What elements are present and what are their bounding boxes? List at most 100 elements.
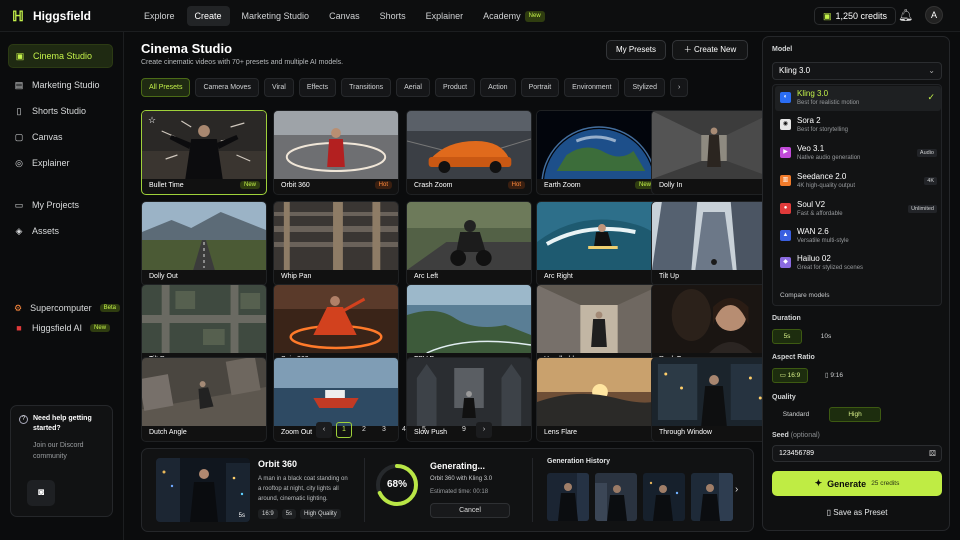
model-option-soul[interactable]: ● Soul V2 Fast & affordable Unlimited (775, 197, 941, 222)
filter-environment[interactable]: Environment (564, 78, 620, 97)
model-select[interactable]: Kling 3.0 ⌄ (772, 62, 942, 80)
filter-next-chevron-icon[interactable]: › (669, 78, 689, 97)
duration-5s[interactable]: 5s (772, 329, 802, 344)
prev-page-chevron-icon[interactable]: ‹ (316, 422, 332, 438)
preset-thumbnail (537, 202, 661, 270)
nav-explainer[interactable]: Explainer (418, 6, 472, 26)
preset-card-dutch-angle[interactable]: Dutch Angle (141, 357, 267, 442)
preset-card-tilt-up[interactable]: Tilt Up (651, 201, 777, 286)
page-3[interactable]: 3 (376, 422, 392, 438)
page-5[interactable]: 5 (416, 422, 432, 438)
credits-button[interactable]: ▣ 1,250 credits (814, 7, 897, 25)
preset-thumbnail (142, 285, 266, 353)
my-presets-button[interactable]: My Presets (606, 40, 666, 60)
model-option-hailuo[interactable]: ◆ Hailuo 02 Great for stylized scenes (775, 251, 941, 276)
preset-card-through-window[interactable]: Through Window (651, 357, 777, 442)
nav-academy[interactable]: Academy New (475, 6, 553, 26)
quality-high[interactable]: High (829, 407, 881, 422)
credits-icon: ▣ (823, 10, 832, 21)
nav-shorts[interactable]: Shorts (372, 6, 414, 26)
nav-create[interactable]: Create (186, 6, 230, 26)
preset-name: Lens Flare (544, 429, 578, 436)
sidebar-item-shorts-studio[interactable]: ▯ Shorts Studio (8, 99, 113, 123)
divider (364, 458, 365, 522)
filter-product[interactable]: Product (435, 78, 476, 97)
brand-logo[interactable]: ℍ Higgsfield (12, 8, 91, 24)
preset-name: Crash Zoom (414, 182, 453, 189)
preset-name: Earth Zoom (544, 182, 581, 189)
history-item[interactable] (691, 473, 733, 521)
star-icon[interactable]: ☆ (148, 115, 156, 126)
model-option-seedance[interactable]: ▥ Seedance 2.0 4K high-quality output 4K (775, 169, 941, 194)
model-option-sora[interactable]: ◉ Sora 2 Best for storytelling (775, 113, 941, 138)
history-item[interactable] (643, 473, 685, 521)
filter-portrait[interactable]: Portrait (520, 78, 560, 97)
sidebar-item-my-projects[interactable]: ▭ My Projects (8, 193, 113, 217)
preset-card-lens-flare[interactable]: Lens Flare (536, 357, 662, 442)
filter-camera-moves[interactable]: Camera Moves (195, 78, 259, 97)
bell-icon[interactable]: 🔔︎ (898, 8, 913, 22)
model-option-kling[interactable]: ◐ Kling 3.0 Best for realistic motion ✓ (775, 86, 941, 111)
filter-effects[interactable]: Effects (298, 78, 337, 97)
help-title: Need help getting started? (33, 415, 92, 432)
sidebar-item-explainer[interactable]: ◎ Explainer (8, 151, 113, 175)
preset-card-bullet-time[interactable]: ☆ Bullet Time New (141, 110, 267, 195)
generation-panel: 5s Orbit 360 A man in a black coat stand… (141, 448, 754, 532)
sidebar-item-cinema-studio[interactable]: ▣ Cinema Studio (8, 44, 113, 68)
generate-button[interactable]: ✦ Generate 25 credits (772, 471, 942, 496)
sidebar-item-marketing-studio[interactable]: ▤ Marketing Studio (8, 73, 113, 97)
preset-card-crash-zoom[interactable]: Crash Zoom Hot (406, 110, 532, 195)
seed-input[interactable]: 123456789 ⚄ (772, 445, 942, 462)
cancel-button[interactable]: Cancel (430, 503, 510, 518)
filter-stylized[interactable]: Stylized (624, 78, 665, 97)
history-item[interactable] (595, 473, 637, 521)
create-new-button[interactable]: ＋ Create New (672, 40, 748, 60)
help-card: ? Need help getting started? Join our Di… (10, 405, 113, 517)
aspect-16-9[interactable]: ▭ 16:9 (772, 368, 808, 383)
duration-10s[interactable]: 10s (811, 329, 841, 344)
page-4[interactable]: 4 (396, 422, 412, 438)
preset-card-whip-pan[interactable]: Whip Pan (273, 201, 399, 286)
nav-explore[interactable]: Explore (136, 6, 183, 26)
preset-thumbnail (652, 111, 776, 179)
compare-models-link[interactable]: Compare models (780, 292, 830, 299)
discord-icon[interactable]: ◙ (27, 480, 55, 506)
model-list: ◐ Kling 3.0 Best for realistic motion ✓ … (772, 84, 942, 306)
save-as-preset-button[interactable]: ▯ Save as Preset (772, 505, 942, 521)
page-1[interactable]: 1 (336, 422, 352, 438)
model-option-wan[interactable]: ▲ WAN 2.6 Versatile multi-style (775, 224, 941, 249)
preset-card-orbit-360[interactable]: Orbit 360 Hot (273, 110, 399, 195)
preset-thumbnail (652, 358, 776, 426)
sidebar-item-higgsfield-ai[interactable]: ■ Higgsfield AI New (8, 316, 113, 340)
avatar[interactable]: A (925, 6, 943, 24)
preset-card-arc-left[interactable]: Arc Left (406, 201, 532, 286)
filter-all-presets[interactable]: All Presets (141, 78, 191, 97)
landscape-icon: ▭ (779, 372, 788, 379)
sidebar-item-canvas[interactable]: ▢ Canvas (8, 125, 113, 149)
aspect-9-16[interactable]: ▯ 9:16 (817, 368, 851, 383)
nav-canvas[interactable]: Canvas (321, 6, 368, 26)
folder-icon: ▭ (14, 199, 24, 210)
sidebar-item-assets[interactable]: ◈ Assets (8, 219, 113, 243)
history-item[interactable] (547, 473, 589, 521)
nav-marketing-studio[interactable]: Marketing Studio (234, 6, 318, 26)
model-option-veo[interactable]: ▶ Veo 3.1 Native audio generation Audio (775, 141, 941, 166)
page-9[interactable]: 9 (456, 422, 472, 438)
filter-viral[interactable]: Viral (263, 78, 294, 97)
filter-action[interactable]: Action (480, 78, 516, 97)
generation-thumbnail[interactable]: 5s (156, 458, 250, 522)
new-badge: New (90, 324, 111, 332)
seedance-icon: ▥ (780, 175, 791, 186)
preset-card-earth-zoom[interactable]: Earth Zoom New (536, 110, 662, 195)
preset-card-dolly-in[interactable]: Dolly In (651, 110, 777, 195)
dice-icon[interactable]: ⚄ (929, 446, 936, 461)
preset-card-dolly-out[interactable]: Dolly Out (141, 201, 267, 286)
page-2[interactable]: 2 (356, 422, 372, 438)
generation-eta: Estimated time: 00:18 (430, 489, 489, 495)
filter-aerial[interactable]: Aerial (396, 78, 430, 97)
preset-card-arc-right[interactable]: Arc Right (536, 201, 662, 286)
next-page-chevron-icon[interactable]: › (476, 422, 492, 438)
filter-transitions[interactable]: Transitions (341, 78, 392, 97)
history-next-chevron-icon[interactable]: › (735, 484, 738, 495)
quality-standard[interactable]: Standard (772, 407, 820, 422)
